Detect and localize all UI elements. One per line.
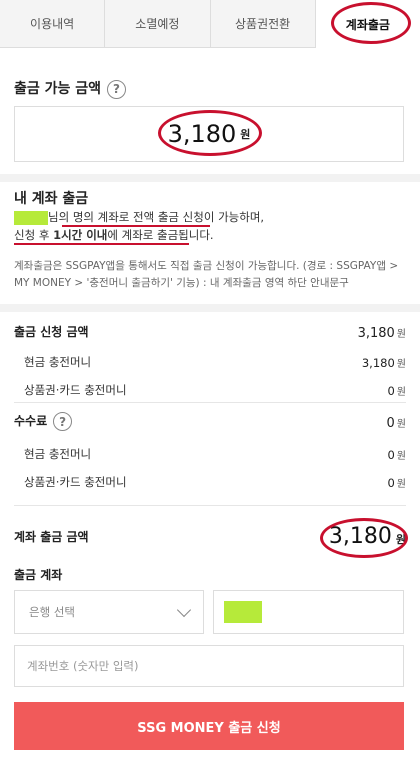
cash-money-value: 0: [387, 448, 395, 462]
my-account-withdrawal-title: 내 계좌 출금: [14, 191, 89, 207]
help-icon[interactable]: ?: [53, 412, 73, 431]
help-icon[interactable]: ?: [107, 79, 127, 99]
available-amount-title: 출금 가능 금액?: [14, 78, 127, 99]
currency-unit: 원: [395, 533, 406, 546]
cash-money-row: 현금 충전머니 0원: [14, 444, 406, 463]
row-divider: [14, 505, 406, 506]
request-amount-label: 출금 신청 금액: [14, 325, 89, 339]
row-divider: [14, 402, 406, 403]
request-amount-value: 3,180: [357, 326, 395, 341]
info-text: 계좌출금은 SSGPAY앱을 통해서도 직접 출금 신청이 가능합니다. (경로…: [14, 260, 399, 289]
withdraw-account-title: 출금 계좌: [14, 568, 63, 582]
fee-row: 수수료? 0원: [14, 412, 406, 431]
card-money-label: 상품권·카드 충전머니: [24, 382, 127, 397]
request-amount-row: 출금 신청 금액 3,180 원: [14, 322, 406, 341]
bank-select[interactable]: 은행 선택: [14, 590, 204, 634]
card-money-label: 상품권·카드 충전머니: [24, 474, 127, 489]
card-money-row: 상품권·카드 충전머니 0원: [14, 472, 406, 491]
available-amount-value: 3,180: [167, 120, 237, 148]
card-money-value: 0: [387, 384, 395, 398]
card-money-row: 상품권·카드 충전머니 0원: [14, 380, 406, 399]
currency-unit: 원: [396, 359, 406, 370]
final-amount-label: 계좌 출금 금액: [14, 530, 89, 544]
available-amount-box: 3,180 원: [14, 106, 404, 162]
masked-name: [14, 210, 48, 225]
notice-text: 신청 후: [14, 228, 54, 242]
currency-unit: 원: [396, 387, 406, 398]
notice-text-bold: 1시간 이내: [53, 228, 108, 242]
fee-value: 0: [386, 416, 395, 431]
notice-line-2: 신청 후 1시간 이내에 계좌로 출금됩니다.: [14, 226, 214, 244]
currency-unit: 원: [396, 419, 406, 430]
card-money-value: 0: [387, 476, 395, 490]
section-divider: [0, 304, 420, 312]
available-amount-label: 출금 가능 금액: [14, 81, 102, 97]
masked-name: [224, 601, 262, 623]
tab-expiring[interactable]: 소멸예정: [105, 0, 211, 47]
notice-text: 하며,: [239, 210, 265, 224]
cash-money-value: 3,180: [361, 356, 395, 370]
bank-select-label: 은행 선택: [29, 605, 75, 619]
currency-unit: 원: [396, 479, 406, 490]
account-number-input[interactable]: 계좌번호 (숫자만 입력): [14, 645, 404, 687]
account-holder-field[interactable]: [213, 590, 404, 634]
fee-label: 수수료?: [14, 412, 73, 431]
chevron-down-icon: [176, 602, 192, 617]
section-divider: [0, 174, 420, 182]
cash-money-label: 현금 충전머니: [24, 354, 92, 369]
fee-label-text: 수수료: [14, 414, 48, 428]
tab-bar: 이용내역 소멸예정 상품권전환 계좌출금: [0, 0, 420, 49]
notice-line-1: 님의 명의 계좌로 전액 출금 신청이 가능하며,: [14, 208, 264, 226]
notice-text-emphasis: 명의 계좌로 전액 출금 신청이 가능: [72, 210, 240, 224]
notice-text: 에 계좌로 출금됩니다.: [107, 228, 214, 242]
final-amount-value: 3,180: [328, 524, 392, 549]
notice-text: 님의: [48, 210, 73, 224]
cash-money-row: 현금 충전머니 3,180 원: [14, 352, 406, 371]
cash-money-label: 현금 충전머니: [24, 446, 92, 461]
withdraw-submit-button[interactable]: SSG MONEY 출금 신청: [14, 702, 404, 750]
annotation-underline: [14, 243, 189, 245]
tab-account-withdrawal[interactable]: 계좌출금: [315, 0, 420, 49]
tab-usage-history[interactable]: 이용내역: [0, 0, 106, 47]
currency-unit: 원: [240, 128, 251, 141]
currency-unit: 원: [396, 451, 406, 462]
final-amount-row: 계좌 출금 금액 3,180 원: [14, 524, 406, 549]
tab-gift-card-conversion[interactable]: 상품권전환: [211, 0, 316, 47]
currency-unit: 원: [396, 329, 406, 340]
